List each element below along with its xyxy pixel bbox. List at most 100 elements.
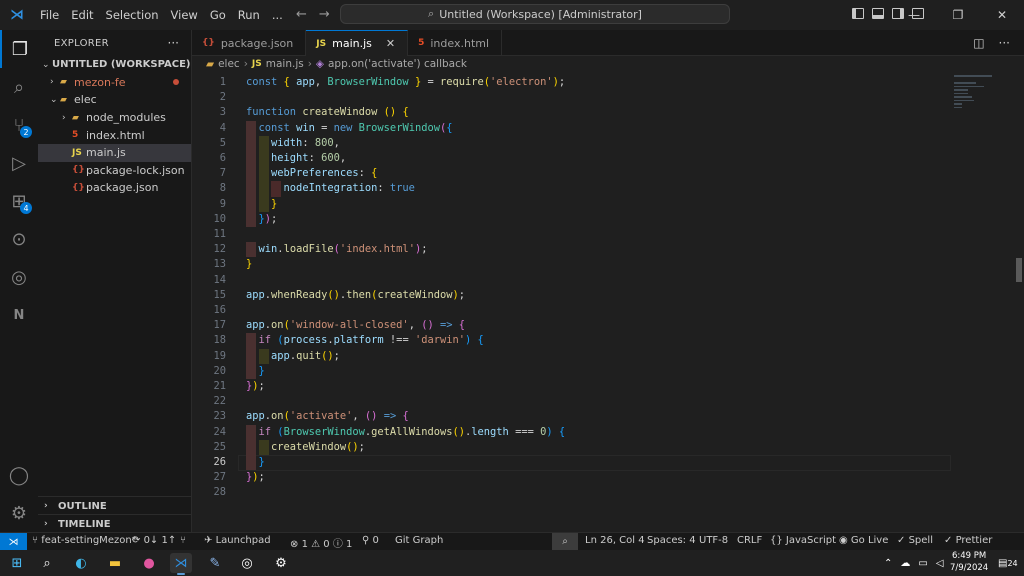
end-of-line[interactable]: CRLF — [737, 535, 762, 546]
tree-item[interactable]: 5 index.html — [38, 126, 191, 144]
git-graph-status-icon[interactable]: ⑂ — [180, 535, 186, 546]
settings-app-icon[interactable]: ⚙ — [270, 553, 292, 573]
breadcrumb-symbol[interactable]: app.on('activate') callback — [328, 58, 467, 70]
tab-index-html[interactable]: 5 index.html — [408, 30, 503, 56]
code-line: 24 if (BrowserWindow.getAllWindows().len… — [192, 424, 952, 440]
manage-gear-icon[interactable]: ⚙ — [0, 494, 38, 532]
back-arrow-icon[interactable]: ← — [296, 7, 307, 22]
tree-item[interactable]: › ▰ node_modules — [38, 109, 191, 127]
tree-item[interactable]: ⌄ ▰ elec — [38, 91, 191, 109]
volume-icon[interactable]: ◁ — [936, 558, 944, 569]
language-mode[interactable]: {} JavaScript — [770, 535, 836, 546]
extensions-badge: 4 — [20, 202, 32, 214]
cursor-position[interactable]: Ln 26, Col 4 — [585, 535, 645, 546]
display-icon[interactable]: ▭ — [918, 558, 927, 569]
timeline-section[interactable]: › TIMELINE — [38, 514, 191, 533]
branch-label: feat-settingMezon* — [41, 535, 137, 546]
more-editor-actions-icon[interactable]: ··· — [999, 36, 1010, 50]
spell-status[interactable]: ✓ Spell — [897, 535, 933, 546]
errors-count: 1 — [301, 539, 308, 550]
obs-icon[interactable]: ◎ — [236, 553, 258, 573]
remote-indicator-icon[interactable]: ⋊ — [0, 533, 27, 551]
menu-item[interactable]: Edit — [65, 8, 99, 22]
code-text: webPreferences: { — [246, 166, 377, 181]
breadcrumb-file[interactable]: main.js — [266, 58, 304, 70]
launchpad-status[interactable]: ✈ Launchpad — [204, 535, 271, 546]
line-number: 26 — [213, 456, 226, 468]
menu-item[interactable]: File — [34, 8, 65, 22]
toggle-panel-icon[interactable] — [872, 8, 884, 19]
problems-status[interactable]: ⊗ 1 ⚠ 0 ⓘ 1 — [290, 535, 352, 550]
windows-start-icon[interactable]: ⊞ — [6, 553, 28, 573]
code-token: BrowserWindow — [327, 76, 409, 88]
forward-arrow-icon[interactable]: → — [319, 7, 330, 22]
menu-item[interactable]: Selection — [100, 8, 165, 22]
minimize-button[interactable]: — — [892, 0, 936, 30]
command-center[interactable]: ⌕ Untitled (Workspace) [Administrator] — [340, 4, 730, 24]
code-token: () — [346, 440, 359, 453]
menu-item[interactable]: Go — [204, 8, 232, 22]
run-debug-icon[interactable]: ▷ — [0, 144, 38, 182]
zoom-icon[interactable]: ⌕ — [552, 533, 578, 550]
taskbar-clock[interactable]: 6:49 PM 7/9/2024 — [950, 551, 988, 574]
scrollbar-thumb[interactable] — [1016, 258, 1022, 282]
git-graph-icon[interactable]: ⊙ — [0, 220, 38, 258]
edge-browser-icon[interactable]: ◐ — [70, 553, 92, 573]
notepad-icon[interactable]: ✎ — [204, 553, 226, 573]
go-live-label: Go Live — [850, 535, 889, 546]
file-explorer-icon[interactable]: ▬ — [104, 553, 126, 573]
split-editor-icon[interactable]: ◫ — [973, 36, 984, 50]
branch-status[interactable]: ⑂ feat-settingMezon* — [32, 535, 137, 546]
chevron-up-icon[interactable]: ⌃ — [884, 558, 892, 569]
explorer-icon[interactable]: ❐ — [0, 30, 38, 68]
line-number: 8 — [219, 182, 226, 195]
sync-status[interactable]: ⟳ 0↓ 1↑ — [132, 535, 176, 546]
notification-center[interactable]: ▤ 24 — [998, 550, 1018, 576]
menu-item[interactable]: Run — [232, 8, 266, 22]
app-avatar-icon[interactable]: ● — [138, 553, 160, 573]
remote-explorer-icon[interactable]: ◎ — [0, 258, 38, 296]
code-line: 28 — [192, 485, 952, 500]
tree-item-label: index.html — [86, 128, 145, 142]
close-window-button[interactable]: ✕ — [980, 0, 1024, 30]
git-graph-status[interactable]: Git Graph — [395, 535, 443, 546]
tab-package-json[interactable]: {} package.json — [192, 30, 307, 56]
windows-search-icon[interactable]: ⌕ — [36, 553, 58, 573]
indentation[interactable]: Spaces: 4 — [647, 535, 696, 546]
more-actions-icon[interactable]: ··· — [168, 36, 179, 50]
menu-item[interactable]: View — [165, 8, 204, 22]
prettier-status[interactable]: ✓ Prettier — [944, 535, 992, 546]
breadcrumb-folder[interactable]: elec — [218, 58, 240, 70]
tree-item[interactable]: JS main.js — [38, 143, 191, 162]
cloud-icon[interactable]: ☁ — [900, 558, 910, 569]
source-control-icon[interactable]: ⑂ 2 — [0, 106, 38, 144]
tree-item[interactable]: › ▰ mezon-fe — [38, 74, 191, 92]
code-line: 19 app.quit(); — [192, 348, 952, 364]
extensions-icon[interactable]: ⊞ 4 — [0, 182, 38, 220]
tree-item[interactable]: {} package-lock.json — [38, 162, 191, 180]
code-text: if (BrowserWindow.getAllWindows().length… — [246, 425, 566, 440]
line-number: 10 — [213, 212, 226, 225]
encoding[interactable]: UTF-8 — [699, 535, 728, 546]
tree-item[interactable]: {} package.json — [38, 179, 191, 197]
line-number: 23 — [213, 410, 226, 423]
maximize-button[interactable]: ❐ — [936, 0, 980, 30]
tab-main-js[interactable]: JS main.js ✕ — [306, 30, 409, 56]
go-live-button[interactable]: ◉ Go Live — [839, 535, 888, 546]
outline-section[interactable]: › OUTLINE — [38, 496, 191, 515]
code-editor[interactable]: 1 const { app, BrowserWindow } = require(… — [192, 73, 1024, 532]
vscode-taskbar-icon[interactable]: ⋊ — [170, 553, 192, 575]
code-token: platform — [333, 334, 384, 347]
accounts-icon[interactable]: ◯ — [0, 456, 38, 494]
close-tab-icon[interactable]: ✕ — [386, 37, 395, 50]
search-view-icon[interactable]: ⌕ — [0, 68, 38, 106]
toggle-primary-sidebar-icon[interactable] — [852, 8, 864, 19]
menu-item[interactable]: ... — [266, 8, 289, 22]
minimap[interactable] — [954, 73, 1014, 113]
workspace-header[interactable]: ⌄ UNTITLED (WORKSPACE) — [38, 56, 191, 74]
source-control-badge: 2 — [20, 126, 32, 138]
nx-console-icon[interactable]: N — [0, 296, 38, 334]
ports-status[interactable]: ⚲ 0 — [362, 535, 379, 546]
